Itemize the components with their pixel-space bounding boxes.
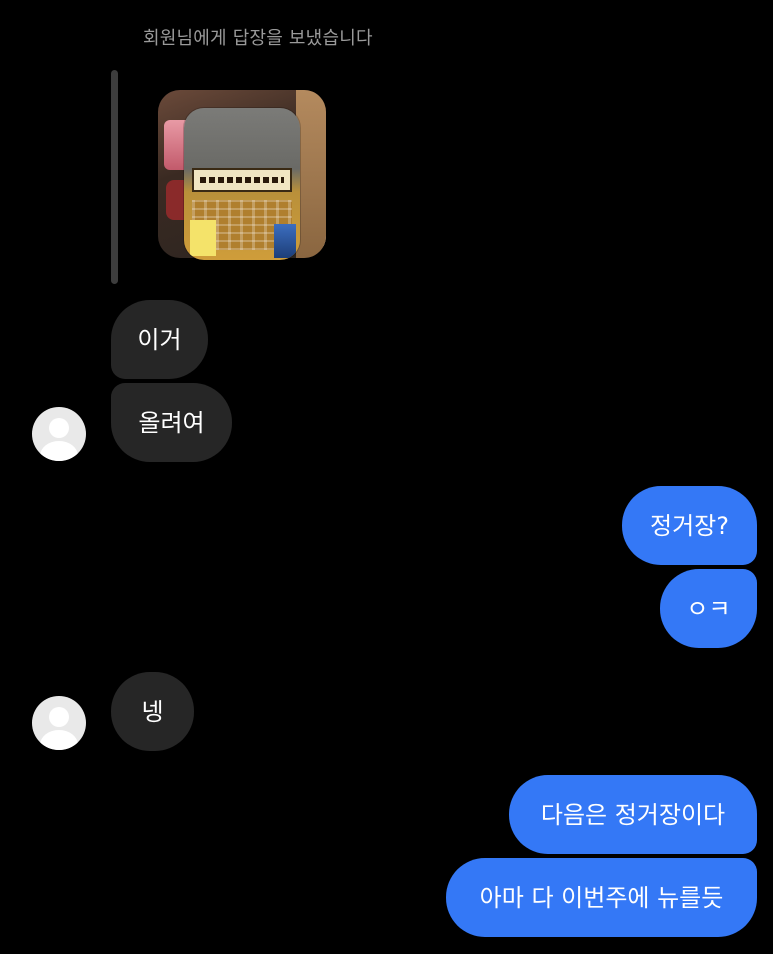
avatar[interactable] [32,407,86,461]
message-bubble-outgoing[interactable]: 아마 다 이번주에 뉴를듯 [446,858,757,937]
message-bubble-outgoing[interactable]: 정거장? [622,486,757,565]
reply-quote-bar [111,70,118,284]
message-bubble-incoming[interactable]: 이거 [111,300,208,379]
message-bubble-outgoing[interactable]: 다음은 정거장이다 [509,775,757,854]
story-thumbnail-front [184,108,300,260]
message-bubble-incoming[interactable]: 넹 [111,672,194,751]
reply-caption: 회원님에게 답장을 보냈습니다 [143,28,373,49]
story-reply-thumbnail[interactable] [158,88,328,262]
message-bubble-incoming[interactable]: 올려여 [111,383,232,462]
avatar[interactable] [32,696,86,750]
message-bubble-outgoing[interactable]: ㅇㅋ [660,569,757,648]
